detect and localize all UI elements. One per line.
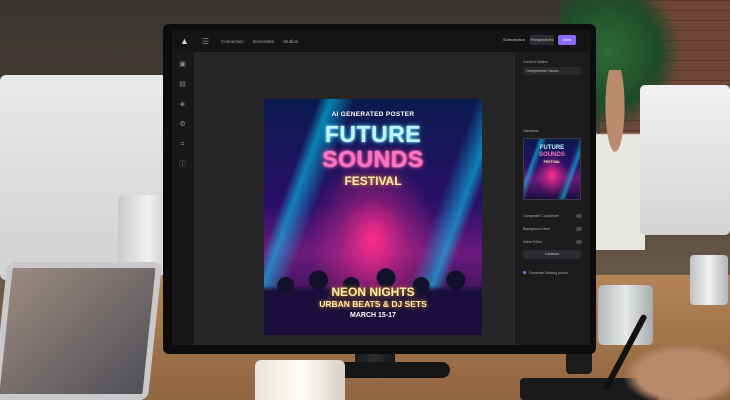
pencil-holder: [690, 255, 728, 305]
row2-toggle[interactable]: [576, 227, 582, 231]
poster-title-line2: SOUNDS: [322, 146, 424, 172]
doc-icon[interactable]: ▣: [178, 60, 187, 69]
tab-connection[interactable]: Connection: [221, 39, 244, 44]
left-toolbar: ▣ ▤ ◈ ⚙ ⌗ ⓘ: [172, 52, 194, 345]
poster-neon-nights: NEON NIGHTS: [331, 285, 415, 299]
menu-icon[interactable]: ☰: [202, 37, 212, 46]
app-top-bar: ▲ ☰ Connection Generated Studios Subscri…: [172, 30, 590, 52]
laptop: [0, 262, 163, 400]
subscription-button[interactable]: Subscription: [502, 35, 526, 45]
continue-button[interactable]: Continue: [523, 250, 581, 259]
row3-label: Inline Editor: [523, 240, 542, 244]
coffee-mug: [255, 360, 345, 400]
thumbnail-title1: FUTURE: [539, 145, 565, 151]
poster-title-line1: FUTURE: [324, 121, 422, 147]
poster-subtitle: FESTIVAL: [344, 174, 402, 188]
row1-toggle[interactable]: [576, 214, 582, 218]
poster-kicker: AI GENERATED POSTER: [331, 111, 415, 118]
settings-icon[interactable]: ⚙: [178, 120, 187, 129]
poster-date: MARCH 15-17: [350, 312, 396, 319]
footer-label: Generate Missing poster: [529, 271, 569, 275]
monitor-screen: ▲ ☰ Connection Generated Studios Subscri…: [172, 30, 590, 345]
app-logo-icon[interactable]: ▲: [180, 35, 194, 47]
panel-section-label: Content Sliders: [523, 60, 548, 64]
poster-thumbnail[interactable]: FUTURE SOUNDS FESTIVAL: [523, 138, 581, 200]
style-select[interactable]: Overgenerate Visuals: [523, 67, 581, 75]
footer-dot-icon: [523, 271, 526, 274]
row2-label: Background Item: [523, 227, 551, 231]
perspectives-button[interactable]: Perspectives: [530, 35, 554, 45]
right-monitor: [640, 85, 730, 235]
layers-icon[interactable]: ◈: [178, 100, 187, 109]
crop-icon[interactable]: ⌗: [178, 140, 187, 149]
tab-generated[interactable]: Generated: [253, 39, 274, 44]
row1-label: Composite Coordinate: [523, 214, 559, 218]
row3-toggle[interactable]: [576, 240, 582, 244]
thumbnail-title2: SOUNDS: [539, 152, 565, 158]
right-panel: Content Sliders Overgenerate Visuals Var…: [514, 52, 590, 345]
thumbnail-subtitle: FESTIVAL: [543, 160, 561, 164]
hand: [612, 338, 730, 400]
new-button[interactable]: New: [558, 35, 576, 45]
info-icon[interactable]: ⓘ: [178, 160, 187, 169]
variations-label: Variations: [523, 129, 539, 133]
poster-urban-beats: URBAN BEATS & DJ SETS: [319, 299, 427, 309]
tab-studios[interactable]: Studios: [283, 39, 298, 44]
generated-poster[interactable]: AI GENERATED POSTER FUTURE SOUNDS FESTIV…: [264, 99, 482, 335]
page-icon[interactable]: ▤: [178, 80, 187, 89]
